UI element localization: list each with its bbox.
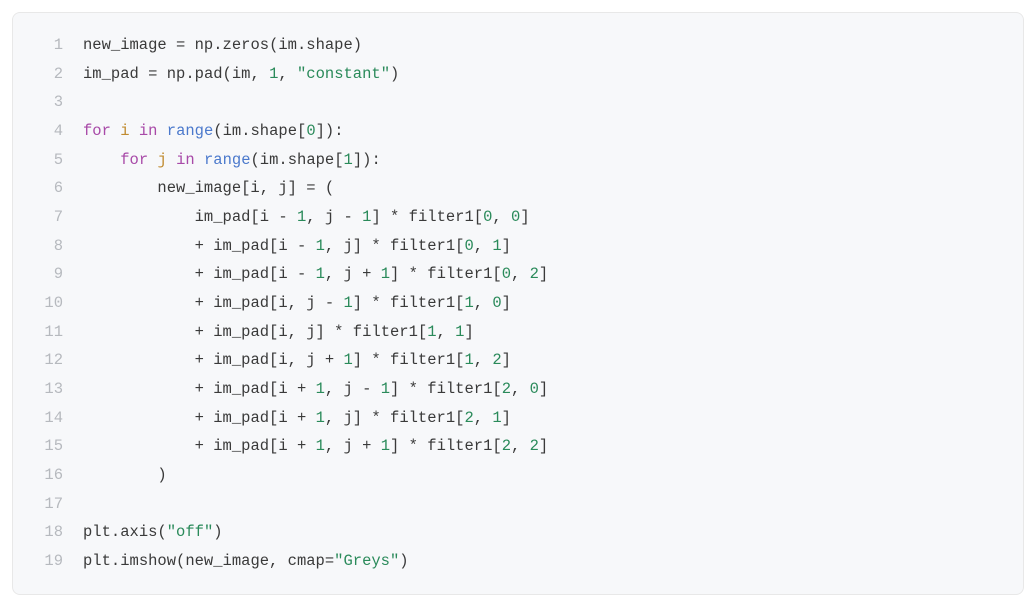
code-line: 12 + im_pad[i, j + 1] * filter1[1, 2]	[23, 346, 1013, 375]
line-content	[83, 88, 1013, 117]
line-content: for i in range(im.shape[0]):	[83, 117, 1013, 146]
line-content: new_image = np.zeros(im.shape)	[83, 31, 1013, 60]
line-number: 14	[23, 404, 83, 433]
line-number: 16	[23, 461, 83, 490]
line-content: new_image[i, j] = (	[83, 174, 1013, 203]
code-line: 5 for j in range(im.shape[1]):	[23, 146, 1013, 175]
code-block: 1new_image = np.zeros(im.shape)2im_pad =…	[12, 12, 1024, 595]
line-number: 4	[23, 117, 83, 146]
code-line: 11 + im_pad[i, j] * filter1[1, 1]	[23, 318, 1013, 347]
line-content: )	[83, 461, 1013, 490]
line-content: + im_pad[i + 1, j - 1] * filter1[2, 0]	[83, 375, 1013, 404]
line-number: 10	[23, 289, 83, 318]
code-line: 14 + im_pad[i + 1, j] * filter1[2, 1]	[23, 404, 1013, 433]
line-number: 13	[23, 375, 83, 404]
code-line: 2im_pad = np.pad(im, 1, "constant")	[23, 60, 1013, 89]
code-line: 4for i in range(im.shape[0]):	[23, 117, 1013, 146]
line-number: 6	[23, 174, 83, 203]
code-line: 15 + im_pad[i + 1, j + 1] * filter1[2, 2…	[23, 432, 1013, 461]
code-line: 17	[23, 490, 1013, 519]
line-content: + im_pad[i, j] * filter1[1, 1]	[83, 318, 1013, 347]
line-number: 15	[23, 432, 83, 461]
code-line: 9 + im_pad[i - 1, j + 1] * filter1[0, 2]	[23, 260, 1013, 289]
code-line: 3	[23, 88, 1013, 117]
code-line: 16 )	[23, 461, 1013, 490]
line-content: for j in range(im.shape[1]):	[83, 146, 1013, 175]
line-number: 9	[23, 260, 83, 289]
code-line: 8 + im_pad[i - 1, j] * filter1[0, 1]	[23, 232, 1013, 261]
line-content: plt.axis("off")	[83, 518, 1013, 547]
line-content	[83, 490, 1013, 519]
line-number: 11	[23, 318, 83, 347]
code-line: 13 + im_pad[i + 1, j - 1] * filter1[2, 0…	[23, 375, 1013, 404]
line-content: im_pad[i - 1, j - 1] * filter1[0, 0]	[83, 203, 1013, 232]
line-number: 12	[23, 346, 83, 375]
line-number: 8	[23, 232, 83, 261]
code-line: 10 + im_pad[i, j - 1] * filter1[1, 0]	[23, 289, 1013, 318]
line-content: im_pad = np.pad(im, 1, "constant")	[83, 60, 1013, 89]
line-number: 5	[23, 146, 83, 175]
line-content: + im_pad[i, j + 1] * filter1[1, 2]	[83, 346, 1013, 375]
code-line: 7 im_pad[i - 1, j - 1] * filter1[0, 0]	[23, 203, 1013, 232]
code-line: 1new_image = np.zeros(im.shape)	[23, 31, 1013, 60]
line-content: + im_pad[i, j - 1] * filter1[1, 0]	[83, 289, 1013, 318]
line-content: + im_pad[i + 1, j] * filter1[2, 1]	[83, 404, 1013, 433]
line-number: 17	[23, 490, 83, 519]
line-content: + im_pad[i - 1, j] * filter1[0, 1]	[83, 232, 1013, 261]
code-line: 6 new_image[i, j] = (	[23, 174, 1013, 203]
code-line: 19plt.imshow(new_image, cmap="Greys")	[23, 547, 1013, 576]
line-content: plt.imshow(new_image, cmap="Greys")	[83, 547, 1013, 576]
line-number: 3	[23, 88, 83, 117]
line-number: 19	[23, 547, 83, 576]
line-number: 18	[23, 518, 83, 547]
line-content: + im_pad[i - 1, j + 1] * filter1[0, 2]	[83, 260, 1013, 289]
line-number: 7	[23, 203, 83, 232]
line-content: + im_pad[i + 1, j + 1] * filter1[2, 2]	[83, 432, 1013, 461]
code-line: 18plt.axis("off")	[23, 518, 1013, 547]
line-number: 2	[23, 60, 83, 89]
line-number: 1	[23, 31, 83, 60]
